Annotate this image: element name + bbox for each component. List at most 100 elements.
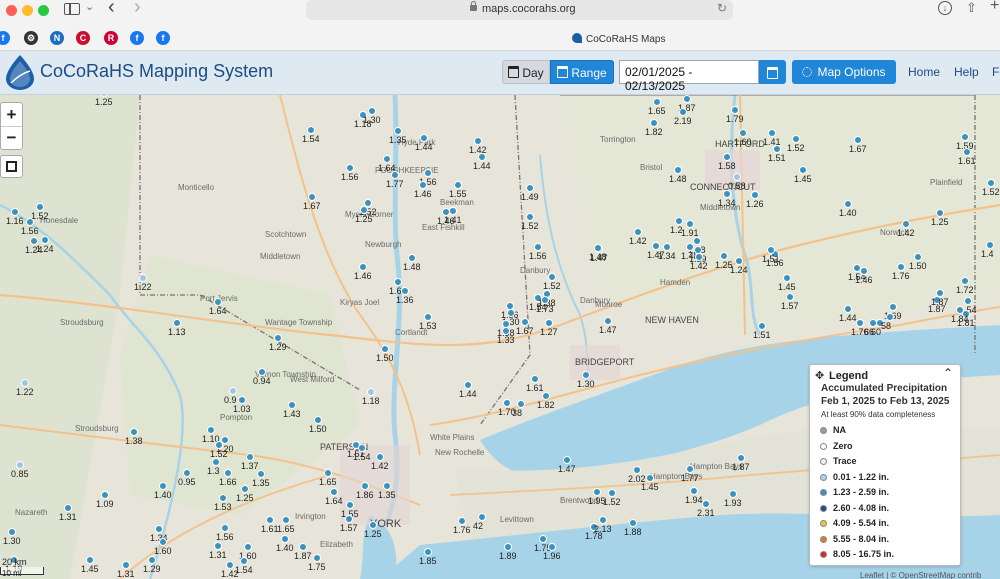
station-marker[interactable]: [173, 319, 181, 327]
station-marker[interactable]: [30, 237, 38, 245]
station-marker[interactable]: [652, 242, 660, 250]
station-marker[interactable]: [650, 119, 658, 127]
station-marker[interactable]: [86, 556, 94, 564]
station-marker[interactable]: [686, 220, 694, 228]
station-marker[interactable]: [408, 254, 416, 262]
station-marker[interactable]: [383, 155, 391, 163]
station-marker[interactable]: [246, 453, 254, 461]
station-marker[interactable]: [663, 243, 671, 251]
station-marker[interactable]: [936, 289, 944, 297]
bookmark-cummins-icon[interactable]: C: [76, 31, 90, 45]
maximize-window-button[interactable]: [38, 5, 49, 16]
bookmark-facebook-icon[interactable]: f: [0, 31, 10, 45]
station-marker[interactable]: [207, 426, 215, 434]
station-marker[interactable]: [502, 327, 510, 335]
station-marker[interactable]: [534, 243, 542, 251]
move-icon[interactable]: ✥: [815, 369, 824, 382]
station-marker[interactable]: [454, 181, 462, 189]
station-marker[interactable]: [902, 220, 910, 228]
station-marker[interactable]: [773, 145, 781, 153]
station-marker[interactable]: [474, 137, 482, 145]
station-marker[interactable]: [464, 381, 472, 389]
station-marker[interactable]: [139, 274, 147, 282]
station-marker[interactable]: [274, 334, 282, 342]
station-marker[interactable]: [963, 148, 971, 156]
station-marker[interactable]: [594, 244, 602, 252]
station-marker[interactable]: [376, 453, 384, 461]
chevron-up-icon[interactable]: ⌃: [943, 366, 953, 380]
station-marker[interactable]: [288, 401, 296, 409]
station-marker[interactable]: [26, 218, 34, 226]
station-marker[interactable]: [545, 319, 553, 327]
day-button[interactable]: Day: [502, 60, 550, 84]
station-marker[interactable]: [856, 319, 864, 327]
precipitation-map[interactable]: Torrington HARTFORD Hyde Park POUGHKEEPS…: [0, 95, 1000, 579]
station-marker[interactable]: [604, 317, 612, 325]
close-window-button[interactable]: [6, 5, 17, 16]
station-marker[interactable]: [41, 236, 49, 244]
station-marker[interactable]: [229, 387, 237, 395]
station-marker[interactable]: [359, 263, 367, 271]
station-marker[interactable]: [358, 444, 366, 452]
reload-icon[interactable]: ↻: [717, 1, 727, 15]
share-icon[interactable]: ⇧: [966, 0, 977, 16]
station-marker[interactable]: [308, 193, 316, 201]
station-marker[interactable]: [786, 293, 794, 301]
minimize-window-button[interactable]: [22, 5, 33, 16]
station-marker[interactable]: [599, 516, 607, 524]
station-marker[interactable]: [737, 454, 745, 462]
station-marker[interactable]: [401, 287, 409, 295]
station-marker[interactable]: [221, 524, 229, 532]
station-marker[interactable]: [563, 456, 571, 464]
nav-home-link[interactable]: Home: [908, 65, 940, 79]
station-marker[interactable]: [215, 441, 223, 449]
station-marker[interactable]: [257, 470, 265, 478]
station-marker[interactable]: [11, 208, 19, 216]
download-icon[interactable]: ↓: [938, 1, 952, 15]
station-marker[interactable]: [914, 253, 922, 261]
station-marker[interactable]: [367, 388, 375, 396]
station-marker[interactable]: [961, 133, 969, 141]
station-marker[interactable]: [593, 488, 601, 496]
nav-help-link[interactable]: Help: [954, 65, 979, 79]
station-marker[interactable]: [346, 164, 354, 172]
station-marker[interactable]: [526, 184, 534, 192]
station-marker[interactable]: [281, 535, 289, 543]
active-tab[interactable]: CoCoRaHS Maps: [572, 33, 665, 45]
station-marker[interactable]: [226, 561, 234, 569]
station-marker[interactable]: [282, 516, 290, 524]
station-marker[interactable]: [897, 263, 905, 271]
station-marker[interactable]: [21, 379, 29, 387]
station-marker[interactable]: [690, 487, 698, 495]
station-marker[interactable]: [240, 557, 248, 565]
station-marker[interactable]: [224, 469, 232, 477]
forward-arrow-icon[interactable]: ›: [134, 0, 141, 19]
station-marker[interactable]: [122, 561, 130, 569]
station-marker[interactable]: [148, 556, 156, 564]
sidebar-toggle-icon[interactable]: [64, 3, 80, 15]
station-marker[interactable]: [345, 515, 353, 523]
station-marker[interactable]: [381, 345, 389, 353]
station-marker[interactable]: [758, 322, 766, 330]
station-marker[interactable]: [679, 108, 687, 116]
map-attribution[interactable]: Leaflet | © OpenStreetMap contrib: [860, 571, 981, 579]
station-marker[interactable]: [504, 543, 512, 551]
station-marker[interactable]: [36, 203, 44, 211]
station-marker[interactable]: [183, 469, 191, 477]
station-marker[interactable]: [244, 543, 252, 551]
station-marker[interactable]: [313, 554, 321, 562]
station-marker[interactable]: [854, 136, 862, 144]
station-marker[interactable]: [159, 482, 167, 490]
station-marker[interactable]: [739, 129, 747, 137]
station-marker[interactable]: [548, 273, 556, 281]
station-marker[interactable]: [675, 217, 683, 225]
station-marker[interactable]: [101, 491, 109, 499]
station-marker[interactable]: [735, 257, 743, 265]
station-marker[interactable]: [526, 213, 534, 221]
station-marker[interactable]: [155, 525, 163, 533]
station-marker[interactable]: [214, 542, 222, 550]
calendar-button[interactable]: [759, 60, 786, 84]
station-marker[interactable]: [751, 191, 759, 199]
station-marker[interactable]: [266, 516, 274, 524]
chevron-down-icon[interactable]: ⌄: [85, 0, 94, 13]
